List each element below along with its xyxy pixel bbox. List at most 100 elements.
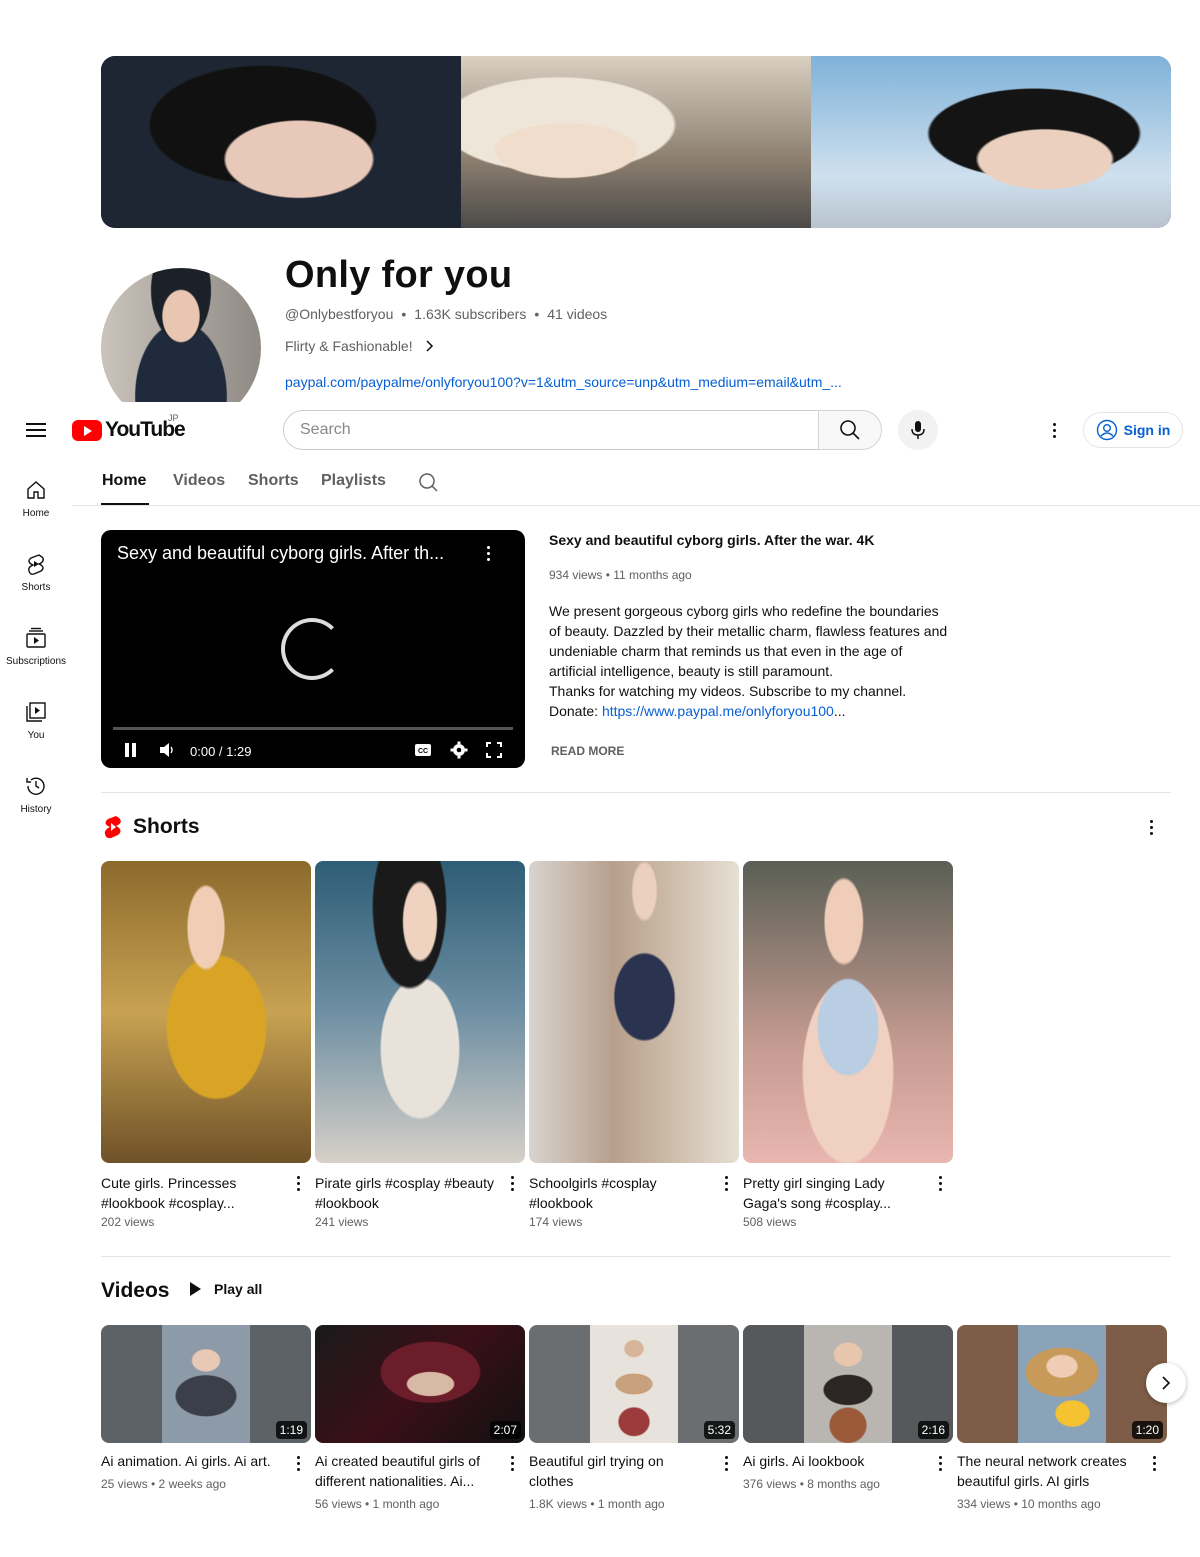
carousel-next-button[interactable] <box>1146 1363 1186 1403</box>
short-views: 508 views <box>743 1215 797 1229</box>
player-title[interactable]: Sexy and beautiful cyborg girls. After t… <box>117 543 467 564</box>
pause-icon[interactable] <box>124 742 138 758</box>
short-more-icon[interactable] <box>718 1174 734 1192</box>
search-placeholder: Search <box>300 421 351 438</box>
search-button[interactable] <box>818 410 882 450</box>
short-card[interactable]: Pirate girls #cosplay #beauty #lookbook … <box>315 861 525 1229</box>
featured-video-meta: 934 views • 11 months ago <box>549 568 692 582</box>
youtube-play-icon <box>72 419 102 441</box>
subscriber-count: 1.63K subscribers <box>414 306 527 322</box>
sign-in-button[interactable]: Sign in <box>1083 412 1183 448</box>
short-views: 202 views <box>101 1215 155 1229</box>
guide-item-history[interactable]: History <box>0 774 72 815</box>
video-thumbnail[interactable]: 1:20 <box>957 1325 1167 1443</box>
short-more-icon[interactable] <box>290 1174 306 1192</box>
video-more-icon[interactable] <box>718 1454 734 1472</box>
guide-item-shorts[interactable]: Shorts <box>0 552 72 593</box>
video-card[interactable]: 1:19 Ai animation. Ai girls. Ai art. 25 … <box>101 1325 311 1491</box>
channel-banner <box>101 56 1171 228</box>
guide-item-home[interactable]: Home <box>0 478 72 519</box>
video-thumbnail[interactable]: 1:19 <box>101 1325 311 1443</box>
microphone-icon <box>911 421 925 439</box>
play-all-label: Play all <box>214 1281 263 1297</box>
video-card[interactable]: 2:07 Ai created beautiful girls of diffe… <box>315 1325 525 1511</box>
video-title[interactable]: Ai created beautiful girls of different … <box>315 1451 497 1491</box>
settings-gear-icon[interactable] <box>450 741 468 759</box>
video-meta: 376 views • 8 months ago <box>743 1477 880 1491</box>
player-time: 0:00 / 1:29 <box>190 744 252 759</box>
donate-link[interactable]: https://www.paypal.me/onlyforyou100 <box>602 703 834 719</box>
short-thumbnail[interactable] <box>529 861 739 1163</box>
youtube-logo[interactable]: YouTube JP <box>72 413 186 442</box>
video-card[interactable]: 5:32 Beautiful girl trying on clothes 1.… <box>529 1325 739 1511</box>
video-more-icon[interactable] <box>504 1454 520 1472</box>
shorts-logo-icon <box>104 816 121 839</box>
video-duration: 1:19 <box>275 1421 307 1439</box>
section-divider <box>101 1256 1171 1257</box>
short-thumbnail[interactable] <box>315 861 525 1163</box>
shorts-more-icon[interactable] <box>1141 817 1161 837</box>
svg-text:CC: CC <box>418 748 428 755</box>
short-more-icon[interactable] <box>504 1174 520 1192</box>
short-views: 174 views <box>529 1215 583 1229</box>
subscriptions-icon <box>26 627 46 648</box>
fullscreen-icon[interactable] <box>486 742 502 758</box>
short-views: 241 views <box>315 1215 369 1229</box>
search-input[interactable]: Search <box>283 410 819 450</box>
videos-section-title[interactable]: Videos <box>101 1279 169 1303</box>
short-title[interactable]: Pirate girls #cosplay #beauty #lookbook <box>315 1173 495 1213</box>
short-title[interactable]: Cute girls. Princesses #lookbook #cospla… <box>101 1173 281 1213</box>
featured-video-title[interactable]: Sexy and beautiful cyborg girls. After t… <box>549 532 874 548</box>
video-card[interactable]: 1:20 The neural network creates beautifu… <box>957 1325 1167 1511</box>
video-meta: 25 views • 2 weeks ago <box>101 1477 226 1491</box>
guide-item-you[interactable]: You <box>0 700 72 741</box>
settings-menu-icon[interactable] <box>1044 420 1064 440</box>
tab-playlists[interactable]: Playlists <box>321 472 386 490</box>
channel-link[interactable]: paypal.com/paypalme/onlyforyou100?v=1&ut… <box>285 374 842 390</box>
tab-shorts[interactable]: Shorts <box>248 472 299 490</box>
guide-label: Subscriptions <box>5 656 67 667</box>
captions-icon[interactable]: CC <box>414 742 432 758</box>
short-card[interactable]: Cute girls. Princesses #lookbook #cospla… <box>101 861 311 1229</box>
tab-home[interactable]: Home <box>102 472 146 490</box>
guide-item-subscriptions[interactable]: Subscriptions <box>0 626 72 667</box>
video-more-icon[interactable] <box>290 1454 306 1472</box>
shorts-section-title[interactable]: Shorts <box>133 815 200 839</box>
short-title[interactable]: Schoolgirls #cosplay #lookbook <box>529 1173 709 1213</box>
voice-search-button[interactable] <box>898 410 938 450</box>
video-duration: 2:16 <box>917 1421 949 1439</box>
channel-name: Only for you <box>285 254 513 296</box>
short-title[interactable]: Pretty girl singing Lady Gaga's song #co… <box>743 1173 923 1213</box>
tab-videos[interactable]: Videos <box>173 472 225 490</box>
description-paragraph: We present gorgeous cyborg girls who red… <box>549 603 948 679</box>
video-title[interactable]: Ai girls. Ai lookbook <box>743 1451 925 1471</box>
volume-icon[interactable] <box>158 742 176 758</box>
menu-icon[interactable] <box>24 418 48 442</box>
video-more-icon[interactable] <box>932 1454 948 1472</box>
video-thumbnail[interactable]: 2:16 <box>743 1325 953 1443</box>
short-thumbnail[interactable] <box>743 861 953 1163</box>
video-count: 41 videos <box>547 306 608 322</box>
read-more-button[interactable]: READ MORE <box>551 744 624 758</box>
progress-bar[interactable] <box>113 727 513 730</box>
guide-label: You <box>27 730 45 741</box>
video-duration: 1:20 <box>1131 1421 1163 1439</box>
short-thumbnail[interactable] <box>101 861 311 1163</box>
channel-description[interactable]: Flirty & Fashionable! <box>285 338 437 354</box>
video-title[interactable]: Beautiful girl trying on clothes <box>529 1451 711 1491</box>
chevron-right-icon <box>426 340 433 352</box>
description-paragraph: Thanks for watching my videos. Subscribe… <box>549 683 907 699</box>
video-more-icon[interactable] <box>1146 1454 1162 1472</box>
short-card[interactable]: Pretty girl singing Lady Gaga's song #co… <box>743 861 953 1229</box>
video-thumbnail[interactable]: 2:07 <box>315 1325 525 1443</box>
short-more-icon[interactable] <box>932 1174 948 1192</box>
video-title[interactable]: Ai animation. Ai girls. Ai art. <box>101 1451 283 1471</box>
donate-label: Donate: <box>549 703 602 719</box>
player-more-icon[interactable] <box>478 543 498 563</box>
short-card[interactable]: Schoolgirls #cosplay #lookbook 174 views <box>529 861 739 1229</box>
channel-search-icon[interactable] <box>418 472 440 494</box>
play-all-button[interactable]: Play all <box>188 1281 262 1297</box>
video-thumbnail[interactable]: 5:32 <box>529 1325 739 1443</box>
video-title[interactable]: The neural network creates beautiful gir… <box>957 1451 1139 1491</box>
video-card[interactable]: 2:16 Ai girls. Ai lookbook 376 views • 8… <box>743 1325 953 1491</box>
